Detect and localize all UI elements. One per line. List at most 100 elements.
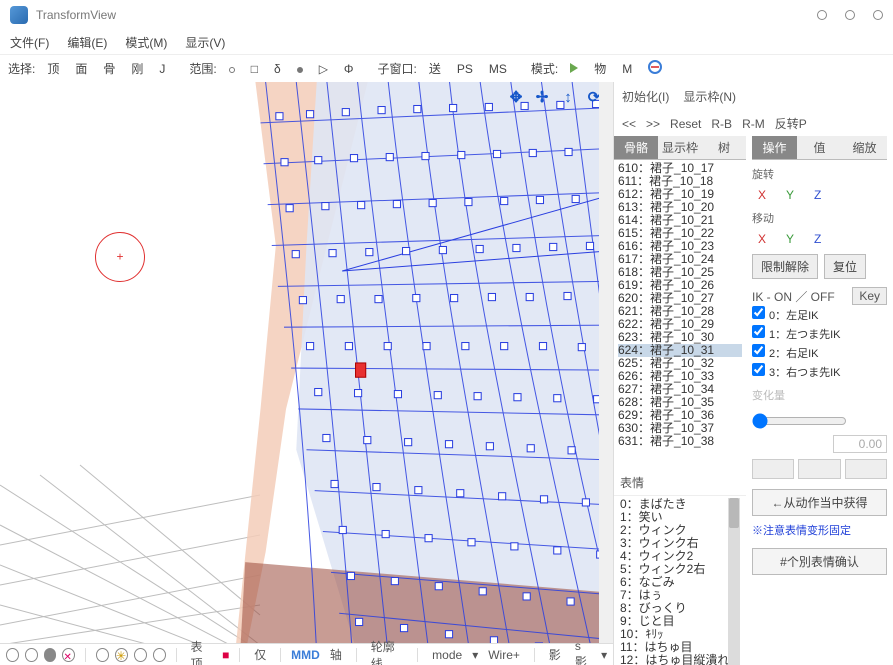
next-button[interactable]: >> <box>646 117 660 131</box>
bb-circle-icon[interactable] <box>25 648 38 662</box>
right-tabs: 操作 值 缩放 <box>752 136 887 160</box>
mode-obj[interactable]: 物 <box>588 57 612 80</box>
menu-edit[interactable]: 编辑(E) <box>67 34 107 51</box>
rotate-z-button[interactable]: Z <box>814 188 821 202</box>
rotate-x-button[interactable]: X <box>758 188 766 202</box>
menubar: 文件(F) 编辑(E) 模式(M) 显示(V) <box>0 30 893 54</box>
bb-cross-icon[interactable] <box>62 648 75 662</box>
minimize-button[interactable] <box>817 10 827 20</box>
preset-button-3[interactable] <box>845 459 887 479</box>
ik-item[interactable]: 3：右つま先IK <box>752 362 887 381</box>
sel-bone[interactable]: 骨 <box>97 57 121 80</box>
displayframe-button[interactable]: 显示枠(N) <box>683 88 736 105</box>
bb-only[interactable]: 仅 <box>250 646 270 663</box>
rb-link[interactable]: R-B <box>711 117 732 131</box>
menu-mode[interactable]: 模式(M) <box>125 34 167 51</box>
gizmo-move-xyz-icon[interactable]: ✢ <box>531 86 553 108</box>
mode-play[interactable] <box>564 59 584 79</box>
bb-outline[interactable]: 轮廓线 <box>367 638 407 665</box>
key-button[interactable]: Key <box>852 287 887 305</box>
reset-button[interactable]: 复位 <box>824 254 866 279</box>
tab-value[interactable]: 值 <box>797 136 842 160</box>
expression-item[interactable]: 12：はちゅ目縦潰れ <box>620 654 740 665</box>
bb-ring3-icon[interactable] <box>153 648 166 662</box>
tab-displayframe[interactable]: 显示枠 <box>658 136 702 160</box>
sel-face[interactable]: 面 <box>69 57 93 80</box>
mode-m[interactable]: M <box>616 59 638 79</box>
range-dot2[interactable] <box>291 59 309 79</box>
rm-link[interactable]: R-M <box>742 117 765 131</box>
tab-scale[interactable]: 缩放 <box>842 136 887 160</box>
ik-checkbox[interactable] <box>752 363 765 376</box>
subwin-send[interactable]: 送 <box>423 57 447 80</box>
maximize-button[interactable] <box>845 10 855 20</box>
move-y-button[interactable]: Y <box>786 232 794 246</box>
range-sq[interactable]: □ <box>245 59 264 79</box>
init-button[interactable]: 初始化(I) <box>622 88 669 105</box>
range-dot1[interactable] <box>223 59 241 79</box>
expression-list[interactable]: 0：まばたき1：笑い2：ウィンク3：ウィンク右4：ウィンク25：ウィンク2右6：… <box>614 495 746 665</box>
preset-button-1[interactable] <box>752 459 794 479</box>
confirm-individual-button[interactable]: #个別表情确认 <box>752 548 887 575</box>
move-x-button[interactable]: X <box>758 232 766 246</box>
tab-operate[interactable]: 操作 <box>752 136 797 160</box>
bb-wire[interactable]: Wire+ <box>484 648 524 662</box>
menu-file[interactable]: 文件(F) <box>10 34 49 51</box>
change-value[interactable]: 0.00 <box>833 435 887 453</box>
rotate-y-button[interactable]: Y <box>786 188 794 202</box>
range-delta[interactable]: δ <box>268 59 287 79</box>
range-tri[interactable]: ▷ <box>313 59 334 79</box>
tab-bones[interactable]: 骨骼 <box>614 136 658 160</box>
sel-vertex[interactable]: 顶 <box>41 57 65 80</box>
bb-star-icon[interactable] <box>115 648 128 662</box>
preset-button-2[interactable] <box>798 459 840 479</box>
ik-item[interactable]: 2：右足IK <box>752 343 887 362</box>
sel-joint[interactable]: J <box>153 59 171 79</box>
ik-checkbox[interactable] <box>752 325 765 338</box>
viewport-3d[interactable]: ✥ ✢ ↕ ⟳ 表顶 ■ 仅 MMD 轴 轮廓线 <box>0 82 613 665</box>
sel-rigid[interactable]: 刚 <box>125 57 149 80</box>
bb-ring2-icon[interactable] <box>134 648 147 662</box>
bb-mode-down-icon[interactable]: ▾ <box>472 648 478 662</box>
menu-display[interactable]: 显示(V) <box>185 34 225 51</box>
bone-item[interactable]: 631：裙子_10_38 <box>618 435 742 448</box>
bb-mode[interactable]: mode <box>428 648 466 662</box>
ik-checkbox[interactable] <box>752 344 765 357</box>
move-z-button[interactable]: Z <box>814 232 821 246</box>
bb-target-icon[interactable] <box>6 648 19 662</box>
bb-sshadow-down-icon[interactable]: ▾ <box>601 648 607 662</box>
bb-dot-icon[interactable] <box>44 648 57 662</box>
ik-checkbox[interactable] <box>752 306 765 319</box>
gizmo-move-xy-icon[interactable]: ✥ <box>505 86 527 108</box>
expression-header: 表情 <box>614 470 746 495</box>
bone-list[interactable]: 610：裙子_10_17611：裙子_10_18612：裙子_10_19613：… <box>614 160 746 470</box>
subwin-ms[interactable]: MS <box>483 59 513 79</box>
flipp-link[interactable]: 反转P <box>775 115 807 132</box>
tab-tree[interactable]: 树 <box>702 136 746 160</box>
ik-checklist: 0：左足IK1：左つま先IK2：右足IK3：右つま先IK <box>752 305 887 381</box>
mode-sphere[interactable] <box>642 57 668 80</box>
subwin-ps[interactable]: PS <box>451 59 479 79</box>
bb-red-square-icon[interactable]: ■ <box>222 648 229 662</box>
get-from-motion-button[interactable]: ←从动作当中获得 <box>752 489 887 516</box>
viewport-bottom-toolbar: 表顶 ■ 仅 MMD 轴 轮廓线 mode ▾ Wire+ 影 s影 ▾ <box>0 643 613 665</box>
bb-mmd[interactable]: MMD <box>291 648 320 662</box>
ik-item[interactable]: 1：左つま先IK <box>752 324 887 343</box>
close-button[interactable] <box>873 10 883 20</box>
bb-sshadow[interactable]: s影 <box>571 639 595 665</box>
prev-button[interactable]: << <box>622 117 636 131</box>
expression-scrollbar[interactable] <box>728 498 740 665</box>
bb-axis[interactable]: 轴 <box>326 646 346 663</box>
viewport-scrollbar-v[interactable] <box>599 82 613 643</box>
limit-off-button[interactable]: 限制解除 <box>752 254 818 279</box>
change-slider[interactable] <box>752 413 847 429</box>
bb-topvert[interactable]: 表顶 <box>186 638 216 665</box>
bb-shadow[interactable]: 影 <box>545 646 565 663</box>
ik-item[interactable]: 0：左足IK <box>752 305 887 324</box>
viewport-gizmo-icons: ✥ ✢ ↕ ⟳ <box>505 86 605 108</box>
reset-link[interactable]: Reset <box>670 117 701 131</box>
ik-label: IK - ON ／ OFF <box>752 288 835 305</box>
bb-ring-icon[interactable] <box>96 648 109 662</box>
range-phi[interactable]: Φ <box>338 59 360 79</box>
gizmo-zoom-icon[interactable]: ↕ <box>557 86 579 108</box>
